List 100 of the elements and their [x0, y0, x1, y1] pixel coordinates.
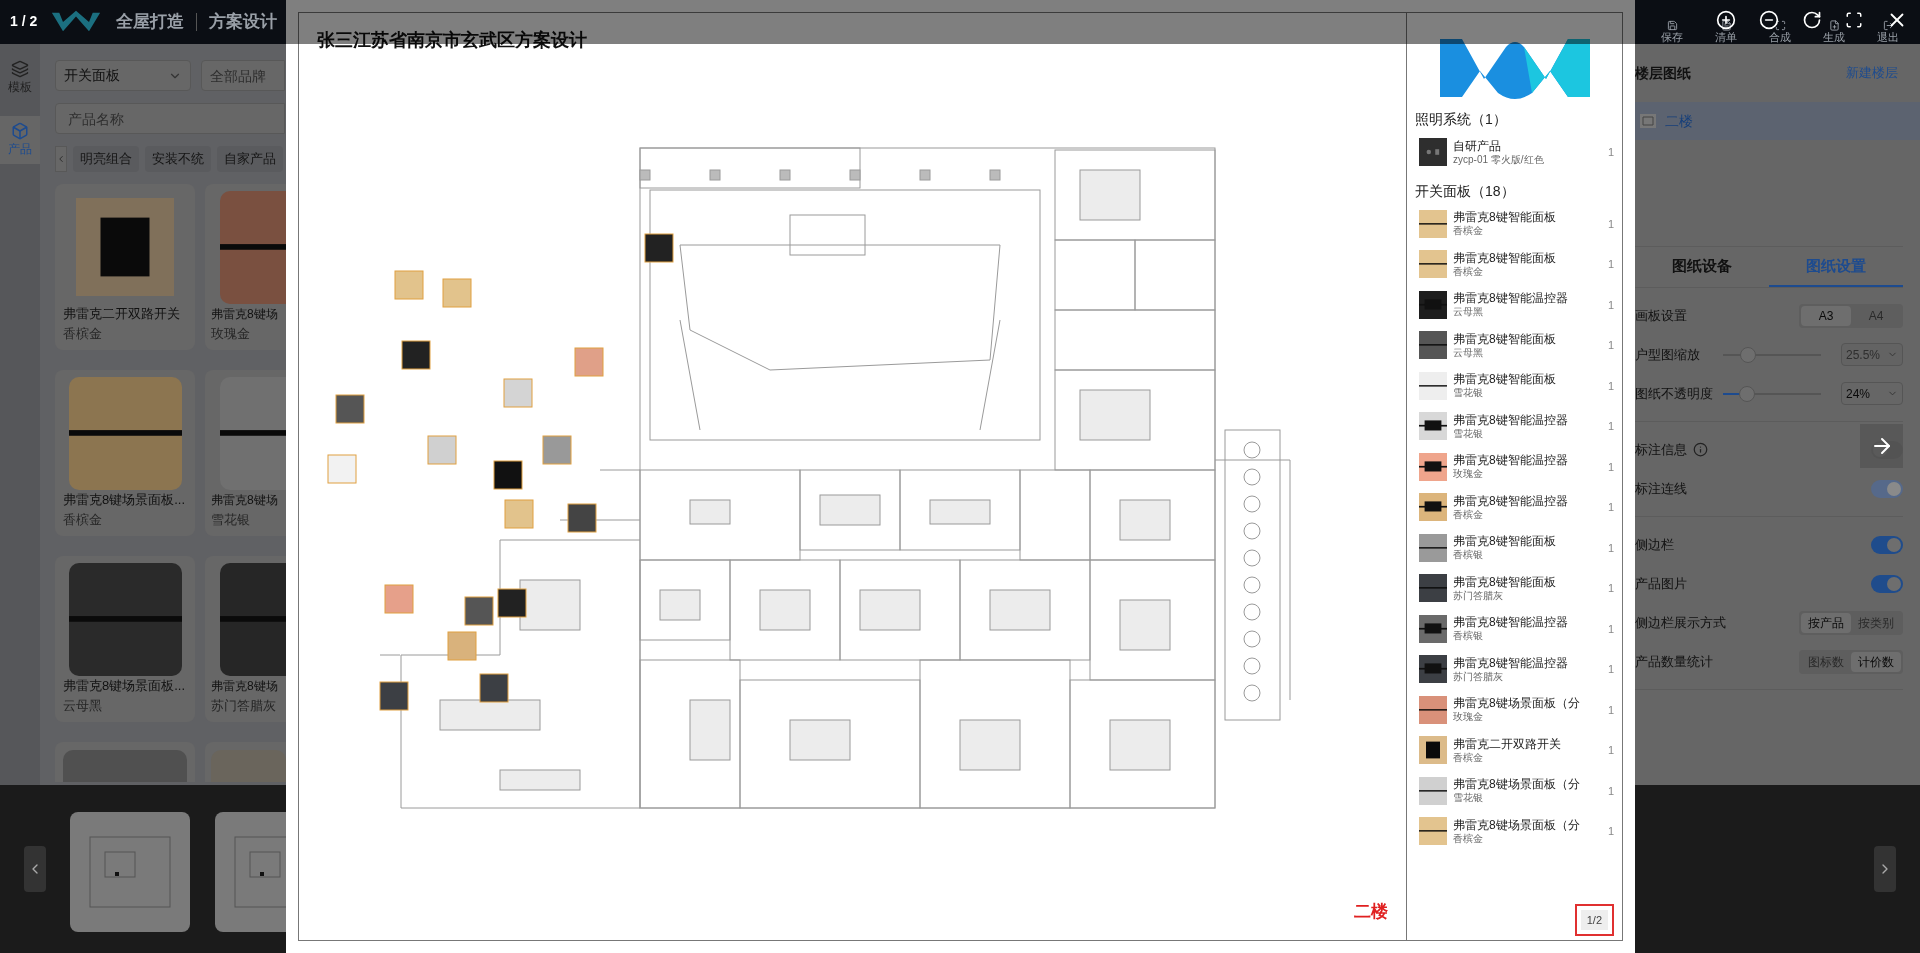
item-quantity: 1 [1607, 743, 1614, 758]
filter-tag[interactable]: 安装不统 [145, 146, 211, 172]
furniture [759, 589, 811, 631]
expand-icon [1774, 20, 1786, 31]
product-card[interactable]: 弗雷克8键场景面板... 云母黑 [55, 556, 195, 722]
exit-icon [1882, 20, 1894, 31]
item-spec: 雪花银 [1453, 792, 1484, 805]
cube-icon [11, 122, 29, 140]
product-marker [442, 278, 472, 308]
product-name: 弗雷克8键场景面板... [63, 678, 187, 694]
product-finish: 玫瑰金 [211, 326, 251, 342]
value-select[interactable]: 24% [1841, 382, 1903, 405]
item-quantity: 1 [1607, 419, 1614, 434]
segment-option[interactable]: 按产品 [1801, 612, 1851, 633]
layers-icon [11, 60, 29, 78]
previous-button[interactable] [24, 846, 46, 892]
chevron-left-icon [56, 154, 66, 164]
product-card[interactable]: 弗雷克8键场 玫瑰金 [205, 184, 286, 350]
filter-tag[interactable]: 明亮组合 [73, 146, 139, 172]
furniture [519, 579, 581, 631]
toolbar-button[interactable]: 生成 [1816, 0, 1852, 44]
floor-label: 二楼 [1354, 901, 1388, 921]
product-name: 弗雷克二开双路开关 [63, 306, 181, 322]
rotate-icon[interactable] [1802, 10, 1822, 30]
item-spec: 苏门答腊灰 [1453, 670, 1504, 683]
product-marker [497, 588, 527, 618]
setting-label: 侧边栏 [1635, 535, 1674, 554]
toggle-switch[interactable] [1871, 574, 1903, 593]
item-quantity: 1 [1607, 621, 1614, 637]
item-spec: 香槟金 [1453, 832, 1484, 845]
product-marker [379, 681, 409, 711]
panel-title: 楼层图纸 [1635, 63, 1691, 83]
scroll-left-button[interactable] [55, 146, 67, 172]
item-spec: 雪花银 [1453, 387, 1484, 400]
item-spec: 香槟金 [1453, 225, 1484, 238]
page-thumbnail[interactable] [215, 812, 286, 932]
product-card[interactable]: 弗雷克8键场 雪花银 [205, 370, 286, 536]
product-card[interactable]: 弗雷克8键场景面板... 香槟金 [55, 370, 195, 536]
section-title: 开关面板（18） [1415, 181, 1516, 201]
item-name: 弗雷克8键场景面板（分 [1453, 817, 1580, 833]
item-quantity: 1 [1607, 338, 1614, 353]
slider-thumb[interactable] [1738, 385, 1755, 402]
toolbar-button[interactable]: 清单 [1708, 0, 1744, 44]
product-finish: 香槟金 [63, 512, 103, 528]
item-name: 弗雷克8键场景面板（分 [1453, 777, 1580, 792]
zoom-in-icon[interactable] [1716, 10, 1736, 30]
toolbar-button[interactable]: 退出 [1870, 0, 1906, 44]
item-name: 弗雷克8键智能面板 [1453, 372, 1556, 387]
item-quantity: 1 [1607, 702, 1614, 718]
item-spec: 雪花银 [1453, 427, 1484, 440]
product-marker [464, 596, 494, 626]
panel-tab[interactable]: 图纸设备 [1635, 247, 1769, 287]
fullscreen-icon[interactable] [1845, 11, 1863, 29]
item-quantity: 1 [1607, 257, 1614, 272]
setting-label: 标注连线 [1635, 479, 1687, 498]
zoom-out-icon[interactable] [1759, 10, 1779, 30]
item-name: 弗雷克8键智能面板 [1453, 574, 1556, 590]
file-add-icon [1828, 20, 1840, 31]
setting-label: 画板设置 [1635, 306, 1687, 325]
item-quantity: 1 [1607, 581, 1614, 596]
segment-option[interactable]: A3 [1801, 305, 1851, 326]
save-icon [1666, 20, 1678, 31]
product-marker [384, 584, 414, 614]
item-name: 弗雷克8键智能面板 [1453, 210, 1556, 225]
item-name: 弗雷克8键智能面板 [1453, 250, 1556, 266]
item-name: 弗雷克8键智能温控器 [1453, 655, 1568, 671]
furniture [689, 499, 731, 525]
item-spec: 香槟金 [1453, 508, 1484, 521]
item-name: 弗雷克二开双路开关 [1453, 736, 1561, 752]
filter-tag[interactable]: 自家产品 [217, 146, 283, 172]
item-quantity: 1 [1607, 500, 1614, 515]
furniture [1119, 599, 1171, 651]
item-name: 自研产品 [1453, 138, 1502, 154]
furniture [789, 719, 851, 761]
toolbar-button[interactable]: 合成 [1762, 0, 1798, 44]
product-card[interactable] [205, 742, 286, 782]
furniture [989, 589, 1051, 631]
product-marker [394, 270, 424, 300]
furniture [929, 499, 991, 525]
next-button[interactable] [1874, 846, 1896, 892]
item-quantity: 1 [1607, 459, 1614, 475]
segment-option[interactable]: 计价数 [1851, 651, 1901, 672]
product-marker [335, 394, 365, 424]
product-name: 弗雷克8键场景面板... [63, 492, 187, 508]
furniture [1079, 169, 1141, 221]
page-thumbnail[interactable] [70, 812, 190, 932]
toggle-switch[interactable] [1871, 535, 1903, 554]
furniture [1079, 389, 1151, 441]
product-marker [327, 454, 357, 484]
item-quantity: 1 [1607, 662, 1614, 677]
page-number: 1/2 [1580, 909, 1608, 930]
item-spec: zycp-01 零火版/红色 [1453, 153, 1544, 166]
image-counter: 1 / 2 [10, 12, 38, 31]
item-name: 弗雷克8键智能温控器 [1453, 493, 1568, 509]
product-card[interactable]: 弗雷克二开双路开关 香槟金 [55, 184, 195, 350]
item-spec: 玫瑰金 [1453, 711, 1484, 724]
category-select[interactable]: 开关面板 [55, 60, 191, 91]
product-marker [567, 503, 597, 533]
toolbar-button[interactable]: 保存 [1654, 0, 1690, 44]
product-name: 弗雷克8键场 [211, 678, 279, 694]
